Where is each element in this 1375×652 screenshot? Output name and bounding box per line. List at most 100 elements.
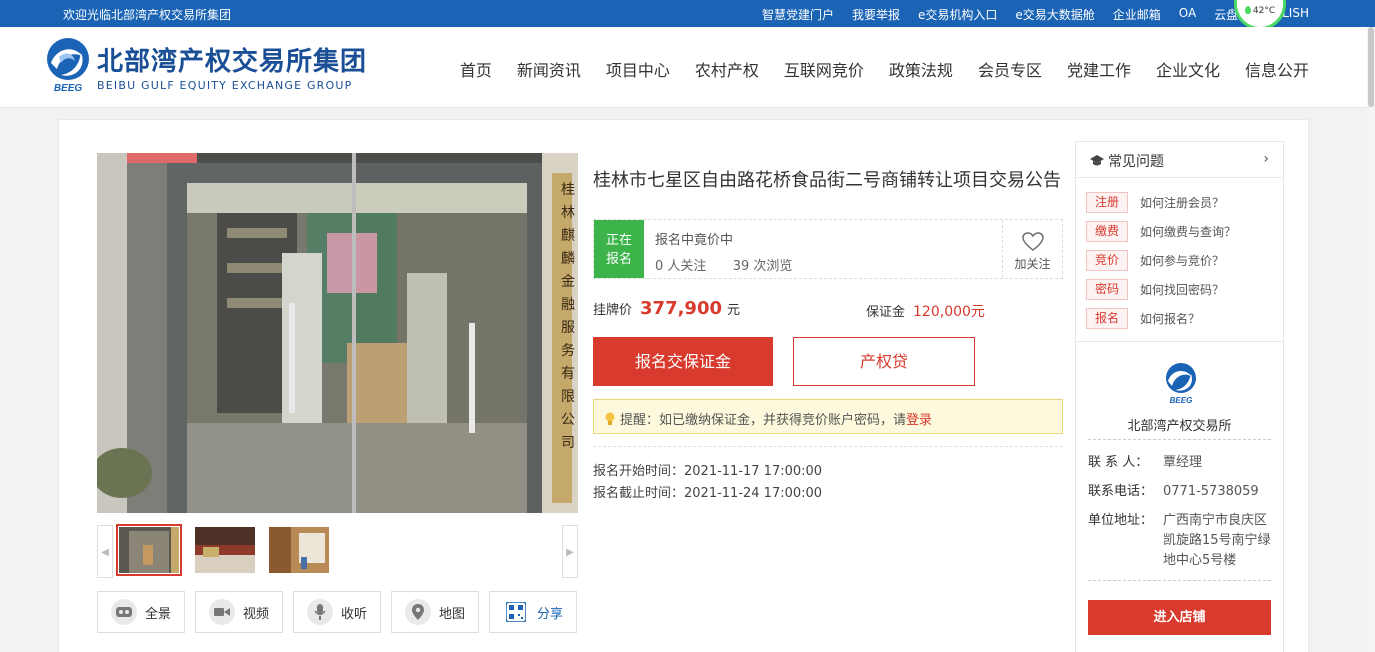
shop-logo-abbr: BEEG — [1170, 396, 1193, 404]
nav-rural[interactable]: 农村产权 — [695, 57, 759, 81]
nav-home[interactable]: 首页 — [460, 57, 492, 81]
signup-deposit-button[interactable]: 报名交保证金 — [593, 337, 773, 386]
faq-text: 如何参与竞价？ — [1140, 254, 1225, 268]
top-links: 智慧党建门户 我要举报 e交易机构入口 e交易大数据舱 企业邮箱 OA 云盘 E… — [762, 6, 1309, 23]
contact-info: 联 系 人： 覃经理 联系电话： 0771-5738059 单位地址： 广西南宁市良庆… — [1088, 453, 1273, 580]
price-unit: 元 — [727, 303, 741, 318]
price-label: 挂牌价 — [593, 303, 633, 318]
deposit-value: 120,000元 — [913, 304, 985, 320]
site-name-en: BEIBU GULF EQUITY EXCHANGE GROUP — [97, 79, 353, 92]
property-loan-button[interactable]: 产权贷 — [793, 337, 975, 386]
price-value: 377,900 — [640, 298, 722, 319]
top-link-party-portal[interactable]: 智慧党建门户 — [762, 6, 834, 23]
nav-news[interactable]: 新闻资讯 — [517, 57, 581, 81]
panorama-button[interactable]: 全景 — [97, 591, 185, 633]
main-nav: 首页 新闻资讯 项目中心 农村产权 互联网竞价 政策法规 会员专区 党建工作 企… — [460, 57, 1309, 81]
project-title: 桂林市七星区自由路花桥食品街二号商铺转让项目交易公告 — [593, 170, 1061, 191]
shop-name: 北部湾产权交易所 — [1127, 419, 1232, 434]
divider — [1088, 580, 1271, 581]
lightbulb-icon — [605, 412, 615, 425]
faq-tag: 报名 — [1086, 308, 1128, 329]
nav-party[interactable]: 党建工作 — [1067, 57, 1131, 81]
faq-item-signup[interactable]: 报名 如何报名？ — [1086, 304, 1236, 333]
right-sidebar: 常见问题 › 注册 如何注册会员？ 缴费 如何缴费与查询？ 竞价 如何参与竞价？ 密码… — [1075, 141, 1284, 652]
map-button[interactable]: 地图 — [391, 591, 479, 633]
chevron-right-icon[interactable]: › — [1263, 151, 1269, 167]
thumb-next-button[interactable]: ▶ — [562, 525, 578, 578]
follow-label: 加关注 — [1014, 257, 1051, 271]
nav-online-bidding[interactable]: 互联网竞价 — [784, 57, 864, 81]
media-tools: 全景 视频 收听 地图 分享 — [97, 591, 577, 633]
faq-title: 常见问题 — [1108, 154, 1164, 170]
faq-item-payment[interactable]: 缴费 如何缴费与查询？ — [1086, 217, 1236, 246]
top-bar: 欢迎光临北部湾产权交易所集团 智慧党建门户 我要举报 e交易机构入口 e交易大数… — [0, 0, 1375, 27]
nav-projects[interactable]: 项目中心 — [606, 57, 670, 81]
nav-members[interactable]: 会员专区 — [978, 57, 1042, 81]
site-name-cn: 北部湾产权交易所集团 — [97, 47, 368, 77]
thumbnail-2[interactable] — [195, 527, 255, 573]
top-link-email[interactable]: 企业邮箱 — [1113, 6, 1161, 23]
shop-logo-icon[interactable]: BEEG — [1163, 362, 1199, 404]
top-link-report[interactable]: 我要举报 — [852, 6, 900, 23]
listen-button[interactable]: 收听 — [293, 591, 381, 633]
shop-front-photo — [97, 153, 578, 513]
video-camera-icon — [208, 599, 235, 625]
phone-value: 0771-5738059 — [1163, 484, 1259, 499]
login-link[interactable]: 登录 — [906, 413, 932, 428]
status-stats: 0 人关注 39 次浏览 — [655, 255, 792, 274]
beeg-logo-icon[interactable]: BEEG — [45, 37, 91, 93]
faq-tag: 竞价 — [1086, 250, 1128, 271]
address-label: 单位地址： — [1088, 513, 1154, 528]
faq-item-password[interactable]: 密码 如何找回密码？ — [1086, 275, 1236, 304]
thumbnail-2-image — [195, 527, 255, 573]
follow-button[interactable]: 加关注 — [1002, 220, 1062, 278]
faq-text: 如何找回密码？ — [1140, 283, 1225, 297]
faq-list: 注册 如何注册会员？ 缴费 如何缴费与查询？ 竞价 如何参与竞价？ 密码 如何找回密码？… — [1086, 188, 1236, 333]
nav-policy[interactable]: 政策法规 — [889, 57, 953, 81]
contact-person-label: 联 系 人： — [1088, 455, 1149, 470]
faq-tag: 注册 — [1086, 192, 1128, 213]
thumb-prev-button[interactable]: ◀ — [97, 525, 113, 578]
graduation-cap-icon — [1090, 155, 1104, 166]
faq-text: 如何缴费与查询？ — [1140, 225, 1237, 239]
faq-header[interactable]: 常见问题 › — [1076, 142, 1283, 178]
top-link-oa[interactable]: OA — [1179, 6, 1196, 23]
faq-text: 如何报名？ — [1140, 312, 1201, 326]
deposit-label: 保证金 — [866, 305, 906, 320]
address-value: 广西南宁市良庆区凯旋路15号南宁绿地中心5号楼 — [1163, 513, 1271, 568]
faq-item-bidding[interactable]: 竞价 如何参与竞价？ — [1086, 246, 1236, 275]
top-link-e-trade-entry[interactable]: e交易机构入口 — [918, 6, 997, 23]
listing-price: 挂牌价 377,900 元 — [593, 298, 740, 319]
status-text: 报名中竟价中 — [655, 233, 734, 248]
thumbnail-strip: ◀ ▶ — [97, 524, 578, 578]
nav-culture[interactable]: 企业文化 — [1156, 57, 1220, 81]
leaf-icon — [1244, 6, 1251, 14]
share-label: 分享 — [536, 606, 563, 622]
logo-abbr: BEEG — [54, 83, 83, 93]
main-photo[interactable]: 桂林麒麟金融服务有限公司 — [97, 153, 578, 513]
divider — [1076, 341, 1283, 342]
microphone-icon — [306, 599, 333, 625]
map-label: 地图 — [438, 606, 465, 622]
divider — [1088, 439, 1271, 440]
contact-person-value: 覃经理 — [1163, 455, 1203, 470]
welcome-text: 欢迎光临北部湾产权交易所集团 — [63, 8, 232, 22]
nav-disclosure[interactable]: 信息公开 — [1245, 57, 1309, 81]
temperature-value: 42°C — [1252, 6, 1276, 16]
followers-count: 0 人关注 — [655, 259, 707, 274]
status-badge: 正在 报名 — [594, 220, 644, 278]
faq-text: 如何注册会员？ — [1140, 196, 1225, 210]
site-header: BEEG 北部湾产权交易所集团 BEIBU GULF EQUITY EXCHAN… — [0, 27, 1375, 108]
page-scrollbar[interactable] — [1367, 27, 1375, 652]
status-badge-line1: 正在 — [605, 233, 632, 248]
login-notice: 提醒：如已缴纳保证金，并获得竞价账户密码，请登录 — [593, 399, 1063, 434]
share-button[interactable]: 分享 — [489, 591, 577, 633]
top-link-big-data[interactable]: e交易大数据舱 — [1015, 6, 1094, 23]
thumbnail-1[interactable] — [116, 524, 182, 576]
enter-shop-button[interactable]: 进入店铺 — [1088, 600, 1271, 635]
video-button[interactable]: 视频 — [195, 591, 283, 633]
scrollbar-thumb[interactable] — [1368, 27, 1374, 107]
faq-item-register[interactable]: 注册 如何注册会员？ — [1086, 188, 1236, 217]
map-pin-icon — [404, 599, 431, 625]
thumbnail-3[interactable] — [269, 527, 329, 573]
